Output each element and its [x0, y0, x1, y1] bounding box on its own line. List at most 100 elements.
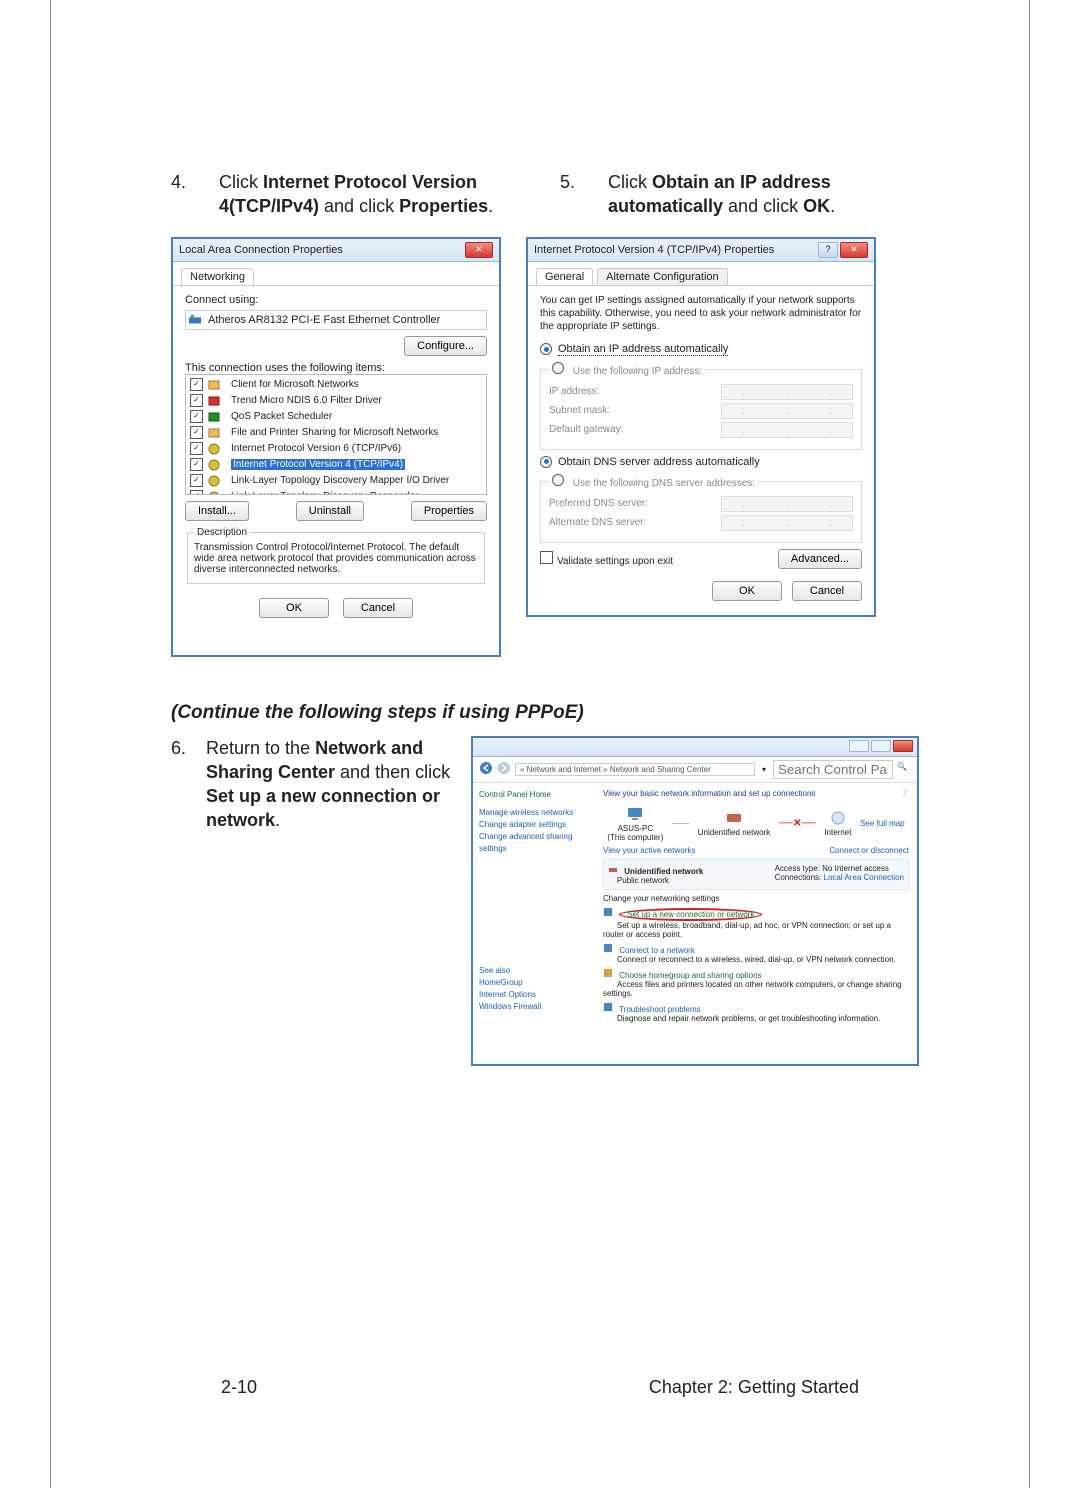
sidebar-item[interactable]: Internet Options [479, 989, 589, 1001]
troubleshoot-icon [603, 1002, 613, 1012]
troubleshoot-link[interactable]: Troubleshoot problems [619, 1005, 701, 1014]
list-item: ✓Trend Micro NDIS 6.0 Filter Driver [188, 393, 484, 409]
gateway-input: ... [721, 422, 853, 438]
radio-auto-dns[interactable]: Obtain DNS server address automatically [540, 456, 862, 468]
radio-auto-ip[interactable]: Obtain an IP address automatically [540, 343, 862, 356]
lltd-icon [207, 474, 221, 488]
checkbox-icon[interactable]: ✓ [190, 410, 203, 423]
forward-icon[interactable] [497, 761, 511, 777]
step6-row: 6. Return to the Network and Sharing Cen… [171, 736, 919, 1066]
sidebar: Control Panel Home Manage wireless netwo… [473, 783, 595, 1066]
alt-dns-label: Alternate DNS server: [549, 517, 646, 528]
uninstall-button[interactable]: Uninstall [296, 501, 364, 521]
search-input[interactable] [773, 760, 893, 779]
connect-disconnect[interactable]: Connect or disconnect [829, 846, 909, 855]
network-icon [725, 810, 743, 826]
tab-networking[interactable]: Networking [181, 268, 254, 285]
view-active: View your active networks [603, 846, 695, 855]
close-icon[interactable]: ✕ [465, 242, 493, 258]
subnet-input: ... [721, 403, 853, 419]
page-number: 2-10 [221, 1377, 257, 1398]
checkbox-icon[interactable]: ✓ [190, 394, 203, 407]
search-icon[interactable]: 🔍 [897, 762, 911, 776]
step-text: Click Obtain an IP address automatically… [608, 170, 919, 219]
filter-icon [207, 394, 221, 408]
list-item: ✓Client for Microsoft Networks [188, 377, 484, 393]
help-icon[interactable]: ❔ [899, 789, 909, 798]
list-item: ✓Link-Layer Topology Discovery Mapper I/… [188, 473, 484, 489]
checkbox-icon[interactable] [540, 551, 553, 564]
item-desc: Diagnose and repair network problems, or… [617, 1014, 880, 1023]
pref-dns-label: Preferred DNS server: [549, 498, 648, 509]
radio-icon[interactable] [552, 474, 564, 486]
main-panel: View your basic network information and … [595, 783, 917, 1066]
see-full-map[interactable]: See full map [860, 819, 904, 828]
radio-use-dns: Use the following DNS server addresses: [573, 478, 755, 489]
sidebar-item[interactable]: Windows Firewall [479, 1001, 589, 1013]
tab-general[interactable]: General [536, 268, 593, 285]
dialog-title: Internet Protocol Version 4 (TCP/IPv4) P… [534, 244, 774, 256]
ip4-icon [207, 458, 221, 472]
checkbox-icon[interactable]: ✓ [190, 426, 203, 439]
homegroup-link[interactable]: Choose homegroup and sharing options [619, 971, 761, 980]
tabbar: Networking [173, 262, 499, 286]
address-bar: « Network and Internet » Network and Sha… [473, 757, 917, 783]
radio-icon [540, 343, 552, 355]
checkbox-icon[interactable]: ✓ [190, 442, 203, 455]
ok-button[interactable]: OK [259, 598, 329, 618]
globe-icon [829, 810, 847, 826]
maximize-icon[interactable] [871, 740, 891, 752]
intro-text: You can get IP settings assigned automat… [540, 294, 862, 333]
uses-label: This connection uses the following items… [185, 362, 487, 374]
setup-icon [603, 907, 613, 917]
network-sharing-center-window: « Network and Internet » Network and Sha… [471, 736, 919, 1066]
sidebar-item[interactable]: HomeGroup [479, 977, 589, 989]
change-settings-label: Change your networking settings [603, 894, 909, 903]
configure-button[interactable]: Configure... [404, 336, 487, 356]
tabbar: General Alternate Configuration [528, 262, 874, 286]
step-text: Return to the Network and Sharing Center… [206, 736, 451, 1066]
step-number: 6. [171, 736, 186, 1066]
connect-icon [603, 943, 613, 953]
minimize-icon[interactable] [849, 740, 869, 752]
checkbox-icon[interactable]: ✓ [190, 474, 203, 487]
highlighted-link[interactable]: Set up a new connection or network [619, 908, 762, 921]
back-icon[interactable] [479, 761, 493, 777]
breadcrumb[interactable]: « Network and Internet » Network and Sha… [515, 763, 755, 776]
step-number: 4. [171, 170, 199, 219]
radio-use-ip: Use the following IP address: [573, 366, 702, 377]
sidebar-home[interactable]: Control Panel Home [479, 789, 589, 801]
checkbox-icon[interactable]: ✓ [190, 458, 203, 471]
advanced-button[interactable]: Advanced... [778, 549, 862, 569]
step-number: 5. [560, 170, 588, 219]
connect-link[interactable]: Connect to a network [619, 946, 695, 955]
close-icon[interactable] [893, 740, 913, 752]
chapter-title: Chapter 2: Getting Started [649, 1377, 859, 1398]
checkbox-icon[interactable]: ✓ [190, 490, 203, 495]
sidebar-item[interactable]: Manage wireless networks [479, 807, 589, 819]
cancel-button[interactable]: Cancel [792, 581, 862, 601]
help-icon[interactable]: ? [818, 242, 838, 258]
radio-icon[interactable] [552, 362, 564, 374]
validate-label: Validate settings upon exit [557, 556, 673, 567]
item-desc: Connect or reconnect to a wireless, wire… [617, 955, 896, 964]
ok-button[interactable]: OK [712, 581, 782, 601]
list-item: ✓QoS Packet Scheduler [188, 409, 484, 425]
lan-connection-link[interactable]: Local Area Connection [824, 873, 905, 882]
sidebar-item[interactable]: Change advanced sharing settings [479, 831, 589, 855]
sidebar-item[interactable]: Change adapter settings [479, 819, 589, 831]
list-item: ✓File and Printer Sharing for Microsoft … [188, 425, 484, 441]
install-button[interactable]: Install... [185, 501, 249, 521]
client-icon [207, 378, 221, 392]
close-icon[interactable]: ✕ [840, 242, 868, 258]
ip-label: IP address: [549, 386, 599, 397]
ip6-icon [207, 442, 221, 456]
tab-alternate[interactable]: Alternate Configuration [597, 268, 728, 285]
properties-button[interactable]: Properties [411, 501, 487, 521]
network-map: ASUS-PC (This computer) ─── Unidentified… [603, 806, 909, 842]
description-text: Transmission Control Protocol/Internet P… [194, 542, 476, 575]
homegroup-icon [603, 968, 613, 978]
titlebar: Local Area Connection Properties ✕ [173, 239, 499, 262]
checkbox-icon[interactable]: ✓ [190, 378, 203, 391]
cancel-button[interactable]: Cancel [343, 598, 413, 618]
